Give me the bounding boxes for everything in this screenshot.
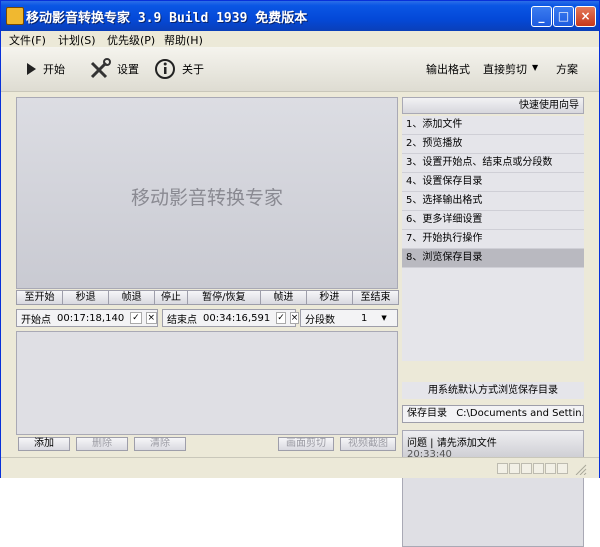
stop-button[interactable]: 停止 [154, 290, 188, 305]
start-button[interactable]: 开始 [25, 57, 65, 81]
playback-controls: 至开始 秒退 帧退 停止 暂停/恢复 帧进 秒进 至结束 [16, 290, 400, 305]
status-indicator [509, 463, 520, 474]
about-label: 关于 [182, 63, 204, 76]
range-bar: 开始点 00:17:18,140 ✓ × 结束点 00:34:16,591 ✓ … [16, 309, 398, 327]
start-point-label: 开始点 [21, 314, 51, 326]
menu-file[interactable]: 文件(F) [9, 32, 46, 48]
start-confirm-icon[interactable]: ✓ [130, 312, 142, 324]
title-bar[interactable]: 移动影音转换专家 3.9 Build 1939 免费版本 _ □ × [1, 1, 599, 31]
file-list[interactable] [16, 331, 398, 435]
segments-dropdown-icon[interactable]: ▼ [381, 314, 386, 322]
second-back-button[interactable]: 秒退 [62, 290, 110, 305]
status-indicator [533, 463, 544, 474]
guide-step[interactable]: 3、设置开始点、结束点或分段数 [402, 154, 584, 173]
guide-step[interactable]: 6、更多详细设置 [402, 211, 584, 230]
save-directory-field[interactable]: 保存目录 C:\Documents and Settin...\ [402, 405, 584, 423]
app-icon [6, 7, 24, 25]
start-point-field[interactable]: 开始点 00:17:18,140 ✓ × [16, 309, 158, 327]
status-indicator [521, 463, 532, 474]
guide-step[interactable]: 4、设置保存目录 [402, 173, 584, 192]
toolbar: 开始 设置 关于 输出格式 直接剪切 ▼ 方案 [1, 47, 599, 92]
save-directory-label: 保存目录 [407, 408, 447, 419]
video-screenshot-button[interactable]: 视频截图 [340, 437, 396, 451]
scheme-button[interactable]: 方案 [556, 61, 578, 77]
guide-step[interactable]: 1、添加文件 [402, 116, 584, 135]
save-directory-value[interactable]: C:\Documents and Settin...\ [456, 408, 583, 419]
minimize-button[interactable]: _ [531, 6, 552, 27]
frame-back-button[interactable]: 帧退 [108, 290, 156, 305]
segments-value[interactable]: 1 [359, 313, 369, 324]
end-confirm-icon[interactable]: ✓ [276, 312, 286, 324]
status-indicator [557, 463, 568, 474]
go-to-start-button[interactable]: 至开始 [16, 290, 64, 305]
file-actions-bar: 添加 删除 清除 画面剪切 视频截图 [16, 437, 398, 451]
settings-label: 设置 [117, 63, 139, 76]
guide-step-selected[interactable]: 8、浏览保存目录 [402, 249, 584, 268]
add-file-button[interactable]: 添加 [18, 437, 70, 451]
menu-priority[interactable]: 优先级(P) [107, 32, 155, 48]
browse-default-button[interactable]: 用系统默认方式浏览保存目录 [402, 382, 584, 399]
about-button[interactable]: 关于 [154, 57, 204, 81]
maximize-button[interactable]: □ [553, 6, 574, 27]
guide-empty-area [402, 268, 584, 361]
start-point-value[interactable]: 00:17:18,140 [55, 313, 126, 324]
preview-watermark: 移动影音转换专家 [130, 187, 283, 209]
log-message: 问题 | 请先添加文件 [407, 438, 497, 449]
menu-bar: 文件(F) 计划(S) 优先级(P) 帮助(H) [1, 31, 599, 47]
second-forward-button[interactable]: 秒进 [305, 290, 353, 305]
quick-guide-title: 快速使用向导 [402, 97, 584, 114]
menu-schedule[interactable]: 计划(S) [58, 32, 96, 48]
settings-button[interactable]: 设置 [89, 57, 139, 81]
delete-file-button[interactable]: 删除 [76, 437, 128, 451]
frame-forward-button[interactable]: 帧进 [259, 290, 307, 305]
frame-cut-button[interactable]: 画面剪切 [278, 437, 334, 451]
menu-help[interactable]: 帮助(H) [164, 32, 203, 48]
go-to-end-button[interactable]: 至结束 [351, 290, 400, 305]
end-point-value[interactable]: 00:34:16,591 [201, 313, 272, 324]
end-clear-icon[interactable]: × [289, 312, 300, 324]
end-point-label: 结束点 [167, 314, 197, 326]
guide-step[interactable]: 5、选择输出格式 [402, 192, 584, 211]
output-format-button[interactable]: 输出格式 [426, 61, 470, 77]
app-window: 移动影音转换专家 3.9 Build 1939 免费版本 _ □ × 文件(F)… [0, 0, 600, 547]
guide-step[interactable]: 7、开始执行操作 [402, 230, 584, 249]
close-button[interactable]: × [575, 6, 596, 27]
guide-step[interactable]: 2、预览播放 [402, 135, 584, 154]
end-point-field[interactable]: 结束点 00:34:16,591 ✓ × [162, 309, 300, 327]
pause-resume-button[interactable]: 暂停/恢复 [186, 290, 261, 305]
start-clear-icon[interactable]: × [145, 312, 157, 324]
start-label: 开始 [43, 63, 65, 76]
segments-label: 分段数 [305, 314, 335, 326]
segments-field[interactable]: 分段数 1 ▼ [300, 309, 398, 327]
video-preview[interactable]: 移动影音转换专家 [16, 97, 398, 289]
window-title: 移动影音转换专家 3.9 Build 1939 免费版本 [26, 11, 308, 26]
play-icon [27, 63, 36, 75]
tools-icon [90, 58, 111, 79]
direct-cut-dropdown-icon[interactable]: ▼ [532, 63, 538, 72]
status-indicator [497, 463, 508, 474]
status-bar [1, 457, 599, 478]
resize-grip-icon[interactable] [573, 463, 587, 476]
clear-files-button[interactable]: 清除 [134, 437, 186, 451]
info-icon [155, 59, 175, 79]
status-indicator [545, 463, 556, 474]
direct-cut-button[interactable]: 直接剪切 [483, 61, 527, 77]
